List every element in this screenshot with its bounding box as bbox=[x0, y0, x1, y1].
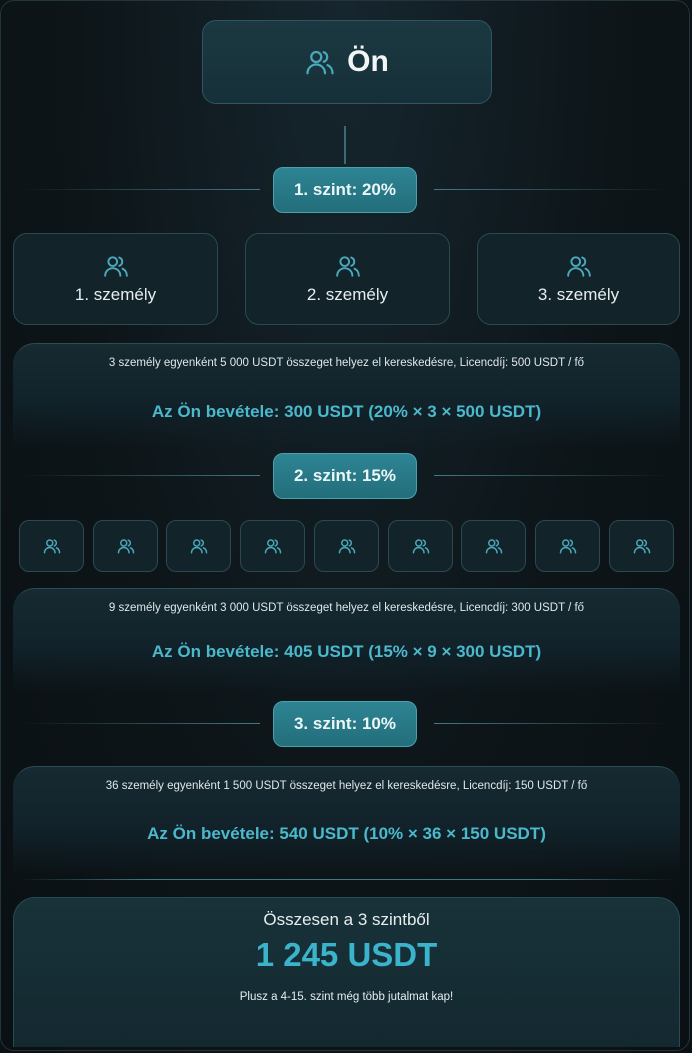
divider-line bbox=[434, 189, 670, 190]
users-icon bbox=[412, 537, 430, 555]
root-label: Ön bbox=[347, 45, 389, 78]
person-card-small bbox=[388, 520, 453, 572]
level-2-badge: 2. szint: 15% bbox=[273, 453, 417, 499]
users-icon bbox=[633, 537, 651, 555]
person-card-small bbox=[314, 520, 379, 572]
person-card-small bbox=[93, 520, 158, 572]
divider-line bbox=[434, 475, 670, 476]
level-1-badge: 1. szint: 20% bbox=[273, 167, 417, 213]
level-1-info-panel: 3 személy egyenként 5 000 USDT összeget … bbox=[13, 343, 680, 448]
users-icon bbox=[485, 537, 503, 555]
level-2-info-panel: 9 személy egyenként 3 000 USDT összeget … bbox=[13, 588, 680, 693]
users-icon bbox=[335, 253, 361, 279]
person-card-3: 3. személy bbox=[477, 233, 680, 325]
level-2-description: 9 személy egyenként 3 000 USDT összeget … bbox=[108, 602, 585, 614]
level-1-header: 1. szint: 20% bbox=[0, 167, 692, 213]
level-3-income: Az Ön bevétele: 540 USDT (10% × 36 × 150… bbox=[147, 824, 546, 843]
users-icon bbox=[190, 537, 208, 555]
root-node: Ön bbox=[202, 20, 492, 104]
total-note: Plusz a 4-15. szint még több jutalmat ka… bbox=[239, 991, 454, 1003]
divider-line bbox=[20, 475, 260, 476]
divider-line bbox=[434, 723, 670, 724]
divider-line bbox=[18, 879, 674, 880]
total-card: Összesen a 3 szintből 1 245 USDT Plusz a… bbox=[13, 897, 680, 1047]
users-icon bbox=[559, 537, 577, 555]
person-card-small bbox=[609, 520, 674, 572]
total-value: 1 245 USDT bbox=[255, 936, 438, 973]
person-card-small bbox=[535, 520, 600, 572]
users-icon bbox=[103, 253, 129, 279]
users-icon bbox=[305, 47, 335, 77]
level-2-income: Az Ön bevétele: 405 USDT (15% × 9 × 300 … bbox=[151, 642, 542, 661]
person-label: 2. személy bbox=[306, 285, 389, 304]
level-1-description: 3 személy egyenként 5 000 USDT összeget … bbox=[108, 357, 585, 369]
divider-line bbox=[20, 189, 260, 190]
users-icon bbox=[117, 537, 135, 555]
level-3-description: 36 személy egyenként 1 500 USDT összeget… bbox=[105, 780, 588, 792]
level-2-header: 2. szint: 15% bbox=[0, 453, 692, 499]
level-3-badge: 3. szint: 10% bbox=[273, 701, 417, 747]
person-card-1: 1. személy bbox=[13, 233, 218, 325]
tree-connector bbox=[344, 126, 346, 164]
person-card-small bbox=[19, 520, 84, 572]
users-icon bbox=[43, 537, 61, 555]
divider-line bbox=[20, 723, 260, 724]
level-3-info-panel: 36 személy egyenként 1 500 USDT összeget… bbox=[13, 766, 680, 876]
users-icon bbox=[264, 537, 282, 555]
person-card-small bbox=[461, 520, 526, 572]
level-3-header: 3. szint: 10% bbox=[0, 701, 692, 747]
person-card-small bbox=[166, 520, 231, 572]
person-label: 3. személy bbox=[537, 285, 620, 304]
person-card-2: 2. személy bbox=[245, 233, 450, 325]
users-icon bbox=[338, 537, 356, 555]
users-icon bbox=[566, 253, 592, 279]
level-1-income: Az Ön bevétele: 300 USDT (20% × 3 × 500 … bbox=[151, 402, 542, 421]
person-label: 1. személy bbox=[74, 285, 157, 304]
person-card-small bbox=[240, 520, 305, 572]
total-caption: Összesen a 3 szintből bbox=[263, 910, 430, 929]
